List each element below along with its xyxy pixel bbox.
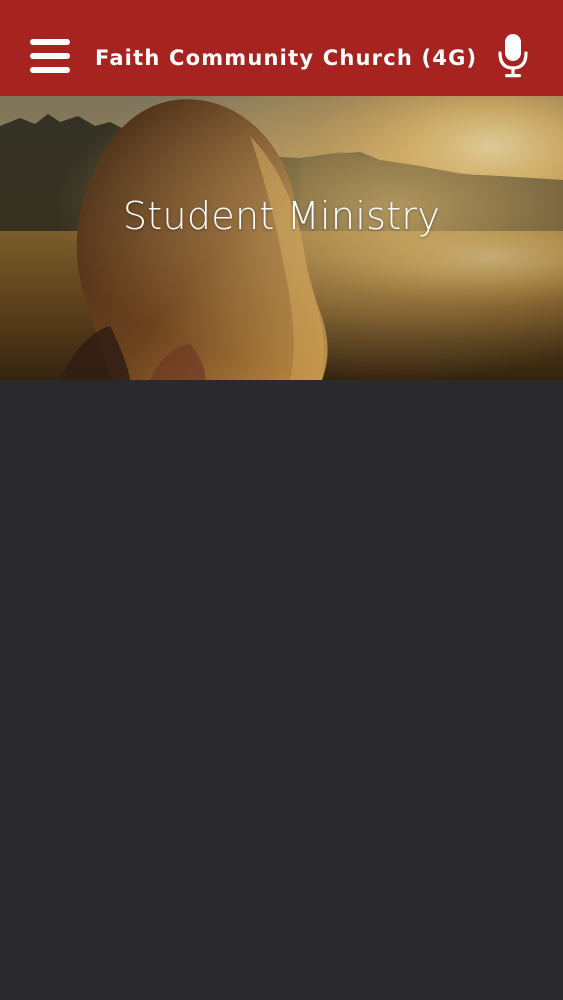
menu-line-middle (30, 53, 70, 59)
app-screen: Faith Community Church (4G) Student Mini… (0, 0, 563, 1000)
hero-image (0, 96, 563, 380)
microphone-icon[interactable] (497, 32, 529, 78)
top-app-bar: Faith Community Church (4G) (0, 0, 563, 96)
hero-banner: Student Ministry (0, 96, 563, 380)
microphone-icon-graphic (498, 34, 528, 78)
hamburger-menu-icon[interactable] (30, 39, 70, 73)
content-area (0, 380, 563, 1000)
menu-line-top (30, 39, 70, 45)
menu-line-bottom (30, 67, 70, 73)
hero-title: Student Ministry (122, 194, 441, 238)
app-title: Faith Community Church (4G) (95, 46, 478, 70)
